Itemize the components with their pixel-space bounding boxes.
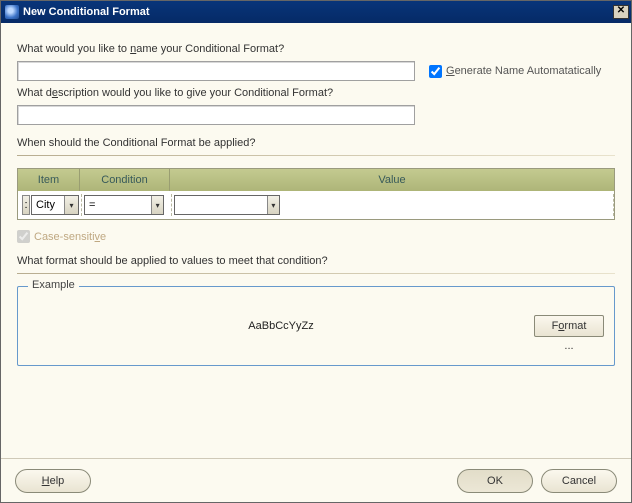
generate-name-checkbox[interactable]	[429, 65, 442, 78]
chevron-down-icon[interactable]: ▾	[151, 196, 163, 214]
example-legend: Example	[28, 279, 79, 291]
condition-combo[interactable]: ▾	[84, 195, 164, 215]
cancel-button[interactable]: Cancel	[541, 469, 617, 493]
condition-row: : ▾ ▾ ▾	[18, 191, 614, 219]
description-input[interactable]	[17, 105, 415, 125]
app-icon	[5, 5, 19, 19]
dialog-window: New Conditional Format ✕ What would you …	[0, 0, 632, 503]
value-combo[interactable]: ▾	[174, 195, 280, 215]
dialog-content: What would you like to name your Conditi…	[1, 23, 631, 458]
close-icon[interactable]: ✕	[613, 5, 629, 19]
name-question: What would you like to name your Conditi…	[17, 43, 615, 55]
example-group: Example AaBbCcYyZz Format ...	[17, 286, 615, 366]
format-button[interactable]: Format ...	[534, 315, 604, 337]
generate-name-option[interactable]: Generate Name Automatatically	[429, 65, 601, 78]
sample-text: AaBbCcYyZz	[28, 320, 534, 332]
separator	[17, 155, 615, 156]
case-sensitive-option: Case-sensitive	[17, 230, 615, 243]
help-button[interactable]: Help	[15, 469, 91, 493]
condition-table: Item Condition Value : ▾ ▾	[17, 168, 615, 220]
header-item: Item	[18, 169, 80, 191]
chevron-down-icon[interactable]: ▾	[267, 196, 279, 214]
description-question: What description would you like to give …	[17, 87, 615, 99]
condition-header-row: Item Condition Value	[18, 169, 614, 191]
row-handle[interactable]: :	[22, 195, 30, 215]
when-question: When should the Conditional Format be ap…	[17, 137, 615, 149]
case-sensitive-checkbox	[17, 230, 30, 243]
dialog-footer: Help OK Cancel	[1, 458, 631, 502]
condition-combo-text[interactable]	[85, 196, 151, 214]
ok-button[interactable]: OK	[457, 469, 533, 493]
format-question: What format should be applied to values …	[17, 255, 615, 267]
item-combo[interactable]: ▾	[31, 195, 79, 215]
item-combo-text[interactable]	[32, 196, 64, 214]
case-sensitive-label: Case-sensitive	[34, 231, 106, 243]
separator	[17, 273, 615, 274]
generate-name-label: Generate Name Automatatically	[446, 65, 601, 77]
chevron-down-icon[interactable]: ▾	[64, 196, 78, 214]
header-value: Value	[170, 169, 614, 191]
header-condition: Condition	[80, 169, 170, 191]
name-input[interactable]	[17, 61, 415, 81]
window-title: New Conditional Format	[23, 6, 613, 18]
titlebar[interactable]: New Conditional Format ✕	[1, 1, 631, 23]
value-combo-text[interactable]	[175, 196, 267, 214]
